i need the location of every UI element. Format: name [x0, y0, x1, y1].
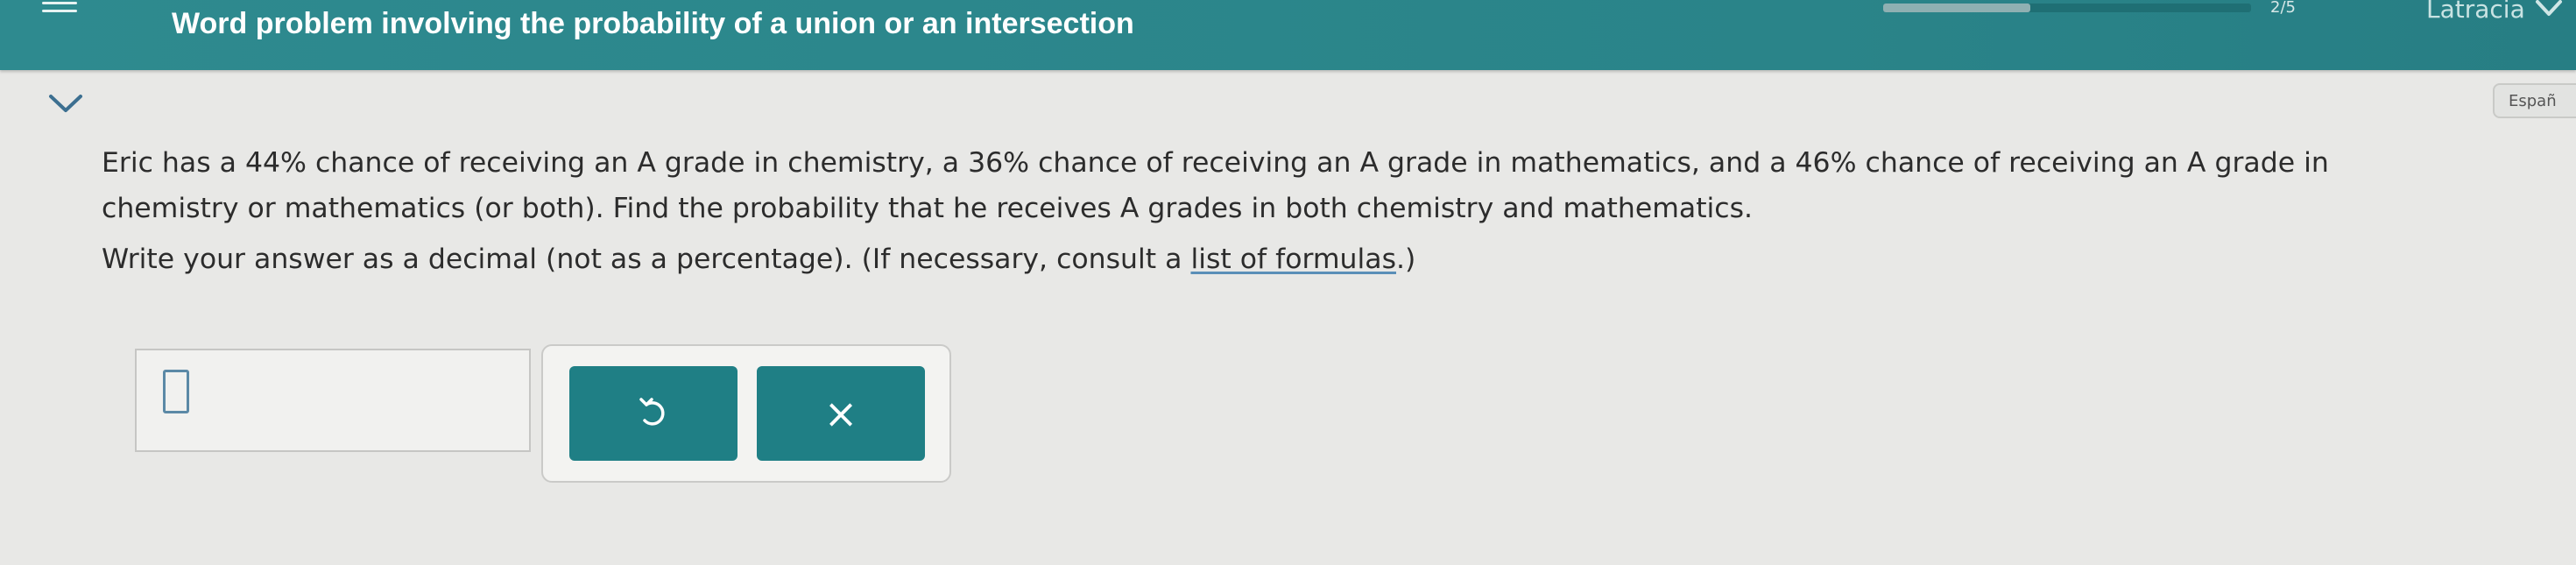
problem-line-1: Eric has a 44% chance of receiving an A …	[102, 147, 2329, 179]
user-name[interactable]: Latracia	[2426, 0, 2525, 24]
page-title: Word problem involving the probability o…	[172, 7, 1134, 40]
progress-bar	[1883, 4, 2251, 12]
clear-button[interactable]: ×	[757, 366, 925, 461]
undo-icon	[639, 398, 665, 426]
answer-input[interactable]	[135, 349, 531, 452]
action-panel: ×	[541, 344, 951, 483]
answer-cursor[interactable]	[163, 370, 189, 413]
chevron-down-icon[interactable]	[2534, 0, 2564, 19]
instructions-suffix: .)	[1395, 244, 1416, 275]
instructions-text: Write your answer as a decimal (not as a…	[102, 244, 1415, 275]
progress-fill	[1883, 4, 2030, 12]
formulas-link[interactable]: list of formulas	[1190, 244, 1396, 275]
instructions-prefix: Write your answer as a decimal (not as a…	[102, 244, 1191, 275]
language-button[interactable]: Españ	[2493, 83, 2576, 118]
menu-icon[interactable]	[42, 2, 77, 21]
close-icon: ×	[823, 390, 858, 437]
problem-line-2: chemistry or mathematics (or both). Find…	[102, 193, 1754, 224]
problem-text: Eric has a 44% chance of receiving an A …	[102, 140, 2329, 231]
progress-count: 2/5	[2270, 0, 2296, 17]
collapse-chevron-icon[interactable]	[46, 89, 86, 116]
undo-button[interactable]	[569, 366, 738, 461]
top-bar: Word problem involving the probability o…	[0, 0, 2576, 70]
